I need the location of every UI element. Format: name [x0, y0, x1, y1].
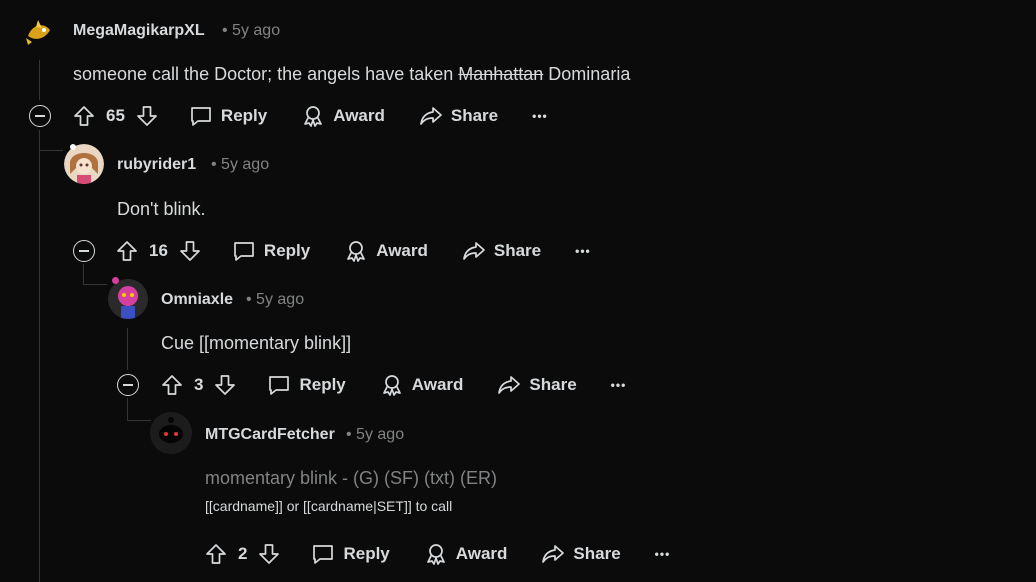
comment-body: someone call the Doctor; the angels have… [73, 64, 630, 85]
more-options-button[interactable]: ••• [575, 244, 591, 258]
share-icon [462, 239, 486, 263]
anime-girl-avatar-icon [64, 144, 104, 184]
upvote-icon[interactable] [115, 239, 139, 263]
more-options-button[interactable]: ••• [655, 547, 671, 561]
comment-username[interactable]: MegaMagikarpXL [73, 22, 205, 40]
score: 3 [194, 375, 204, 394]
online-dot [70, 144, 76, 150]
avatar[interactable] [108, 279, 148, 319]
award-icon [301, 104, 325, 128]
reply-label: Reply [263, 241, 311, 260]
more-options-button[interactable]: ••• [532, 109, 548, 123]
upvote-icon[interactable] [72, 104, 96, 128]
thread-line-level3[interactable] [127, 328, 128, 370]
award-label: Award [376, 241, 428, 260]
vote-group: 3 [160, 373, 237, 397]
collapse-button[interactable] [29, 105, 51, 127]
comment-username[interactable]: Omniaxle [161, 291, 233, 309]
reply-button[interactable]: Reply [232, 239, 310, 263]
thread-line-level1[interactable] [39, 60, 40, 100]
award-label: Award [455, 544, 508, 563]
reply-icon [189, 104, 213, 128]
comment-timestamp[interactable]: • 5y ago [211, 156, 269, 174]
comment-body: Don't blink. [117, 199, 206, 219]
share-label: Share [493, 241, 542, 260]
reply-icon [311, 542, 335, 566]
share-icon [497, 373, 521, 397]
award-label: Award [411, 375, 464, 394]
bot-snoo-avatar-icon [150, 412, 192, 454]
vote-group: 2 [204, 542, 281, 566]
share-label: Share [450, 106, 499, 125]
share-label: Share [573, 544, 621, 563]
downvote-icon[interactable] [178, 239, 202, 263]
score: 2 [238, 544, 248, 563]
comment-timestamp[interactable]: • 5y ago [222, 22, 280, 40]
comment-text-after: Dominaria [543, 64, 631, 84]
bot-usage-hint: [[cardname]] or [[cardname|SET]] to call [205, 498, 453, 514]
upvote-icon[interactable] [160, 373, 184, 397]
award-label: Award [333, 106, 385, 125]
more-options-button[interactable]: ••• [611, 378, 627, 392]
comment-username[interactable]: rubyrider1 [117, 156, 196, 174]
reply-button[interactable]: Reply [189, 104, 267, 128]
comment-timestamp[interactable]: • 5y ago [246, 291, 304, 309]
avatar[interactable] [22, 16, 54, 48]
reply-button[interactable]: Reply [267, 373, 346, 397]
comment-action-bar: 65 Reply Award Share ••• [72, 100, 548, 132]
reply-label: Reply [343, 544, 390, 563]
snoo-avatar-icon [108, 279, 148, 319]
upvote-icon[interactable] [204, 542, 228, 566]
comment-body: Cue [[momentary blink]] [161, 333, 352, 353]
comment-action-bar: 3 Reply Award Share ••• [160, 369, 626, 401]
comment-timestamp[interactable]: • 5y ago [346, 426, 404, 444]
reply-icon [232, 239, 256, 263]
avatar[interactable] [150, 412, 192, 454]
share-icon [419, 104, 443, 128]
share-button[interactable]: Share [541, 542, 621, 566]
score: 65 [106, 106, 125, 125]
magikarp-avatar-icon [26, 20, 50, 45]
avatar[interactable] [64, 144, 104, 184]
reply-label: Reply [220, 106, 268, 125]
comment-username[interactable]: MTGCardFetcher [205, 426, 335, 444]
comment-text-before: someone call the Doctor; the angels have… [73, 64, 459, 84]
award-button[interactable]: Award [424, 542, 508, 566]
reply-label: Reply [299, 375, 346, 394]
share-icon [541, 542, 565, 566]
thread-connector-2 [83, 284, 107, 285]
award-button[interactable]: Award [380, 373, 464, 397]
thread-line-level2[interactable] [83, 264, 84, 284]
score: 16 [149, 241, 168, 260]
comment-action-bar: 2 Reply Award Share ••• [204, 538, 670, 570]
online-dot [112, 277, 119, 284]
share-button[interactable]: Share [462, 239, 541, 263]
award-icon [424, 542, 448, 566]
award-icon [380, 373, 404, 397]
comment-action-bar: 16 Reply Award Share ••• [115, 235, 591, 267]
thread-line-level3-lower[interactable] [127, 398, 128, 420]
award-icon [344, 239, 368, 263]
thread-line-level1-lower[interactable] [39, 130, 40, 582]
downvote-icon[interactable] [257, 542, 281, 566]
award-button[interactable]: Award [344, 239, 428, 263]
reply-icon [267, 373, 291, 397]
thread-connector-3 [127, 420, 151, 421]
downvote-icon[interactable] [213, 373, 237, 397]
comment-text-struck: Manhattan [458, 64, 544, 84]
thread-connector-1 [39, 150, 63, 151]
share-label: Share [529, 375, 577, 394]
share-button[interactable]: Share [419, 104, 498, 128]
award-button[interactable]: Award [301, 104, 385, 128]
vote-group: 16 [115, 239, 202, 263]
share-button[interactable]: Share [497, 373, 577, 397]
downvote-icon[interactable] [135, 104, 159, 128]
reply-button[interactable]: Reply [311, 542, 390, 566]
vote-group: 65 [72, 104, 159, 128]
bot-card-links[interactable]: momentary blink - (G) (SF) (txt) (ER) [205, 468, 497, 489]
collapse-button[interactable] [73, 240, 95, 262]
collapse-button[interactable] [117, 374, 139, 396]
